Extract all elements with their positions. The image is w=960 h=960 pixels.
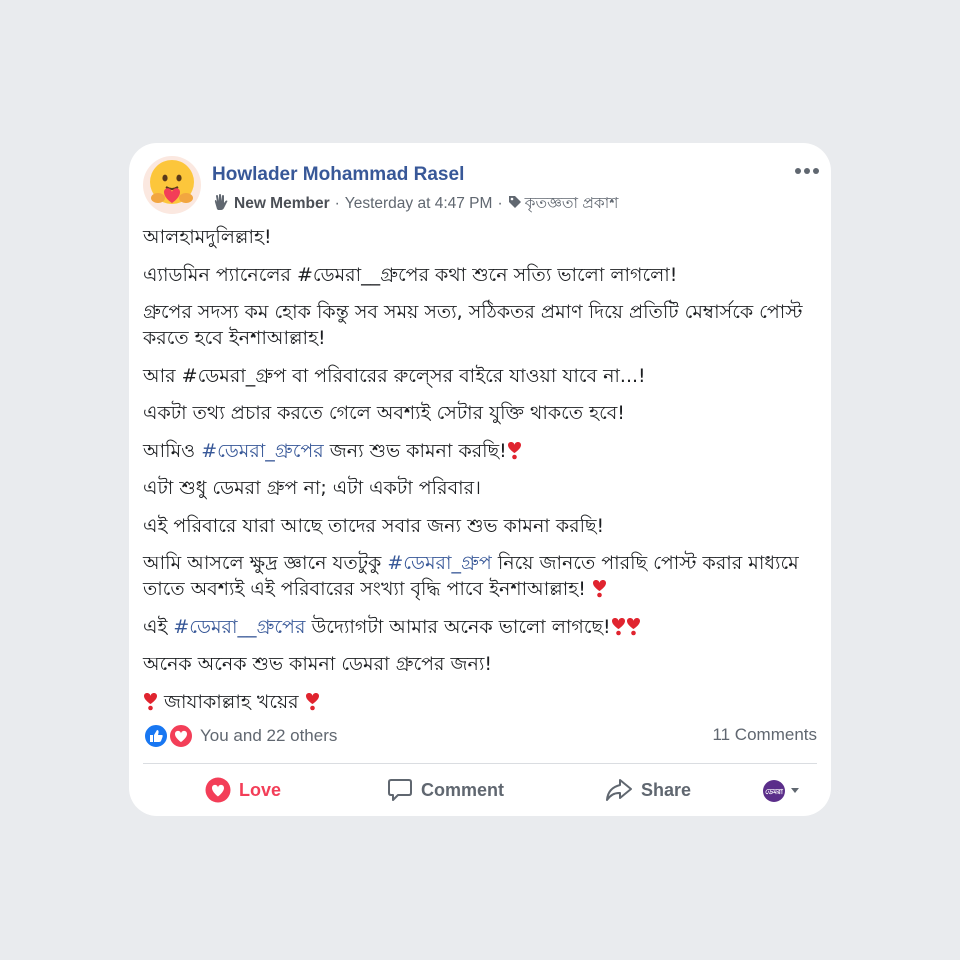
comment-label: Comment bbox=[421, 779, 505, 800]
reactions-summary[interactable]: You and 22 others bbox=[200, 726, 337, 746]
post-body: আলহামদুলিল্লাহ! এ্যাডমিন প্যানেলের #ডেমর… bbox=[143, 224, 818, 726]
post-line: আমি আসলে ক্ষুদ্র জ্ঞানে যতটুকু #ডেমরা_গ্… bbox=[143, 550, 818, 602]
meta-separator: · bbox=[497, 195, 503, 212]
reaction-identity-selector[interactable]: ডেমরা bbox=[763, 780, 811, 802]
post-line: এই #ডেমরা__গ্রুপের উদ্যোগটা আমার অনেক ভা… bbox=[143, 614, 818, 640]
viewer-avatar-text: ডেমরা bbox=[765, 788, 784, 796]
post-timestamp[interactable]: Yesterday at 4:47 PM bbox=[345, 195, 493, 213]
post-line: এটা শুধু ডেমরা গ্রুপ না; এটা একটা পরিবার… bbox=[143, 477, 481, 499]
comment-icon bbox=[388, 779, 412, 801]
post-line: অনেক অনেক শুভ কামনা ডেমরা গ্রুপের জন্য! bbox=[143, 653, 492, 675]
member-badge: New Member bbox=[234, 195, 330, 212]
heart-exclamation-icon bbox=[626, 617, 640, 635]
post-topic-tag[interactable]: কৃতজ্ঞতা প্রকাশ bbox=[525, 191, 619, 217]
share-button[interactable]: Share bbox=[605, 777, 691, 803]
heart-exclamation-icon bbox=[611, 617, 625, 635]
reaction-icons[interactable] bbox=[143, 723, 195, 749]
share-icon bbox=[606, 779, 632, 801]
reactions-bar: You and 22 others 11 Comments bbox=[143, 721, 817, 751]
line-text: জন্য শুভ কামনা করছি! bbox=[323, 439, 507, 462]
line-text: এই bbox=[143, 615, 174, 638]
post-line: গ্রুপের সদস্য কম হোক কিন্তু সব সময় সত্য… bbox=[143, 301, 803, 349]
post-line: এই পরিবারে যারা আছে তাদের সবার জন্য শুভ … bbox=[143, 514, 605, 537]
hashtag-link[interactable]: #ডেমরা_গ্রুপের bbox=[201, 440, 324, 462]
post-line: এ্যাডমিন প্যানেলের #ডেমরা__গ্রুপের কথা শ… bbox=[143, 263, 678, 286]
share-label: Share bbox=[641, 779, 692, 800]
post-line: জাযাকাল্লাহ খয়ের bbox=[143, 689, 818, 715]
hashtag-link[interactable]: #ডেমরা_গ্রুপ bbox=[387, 552, 491, 574]
action-bar: Love Comment Share ডেমরা bbox=[143, 767, 817, 815]
post-line: আমিও #ডেমরা_গ্রুপের জন্য শুভ কামনা করছি! bbox=[143, 438, 818, 464]
post-card: Howlader Mohammad Rasel New Member · Yes… bbox=[129, 143, 831, 816]
line-text: উদ্যোগটা আমার অনেক ভালো লাগছে! bbox=[305, 615, 611, 638]
love-button[interactable]: Love bbox=[205, 777, 281, 803]
author-name[interactable]: Howlader Mohammad Rasel bbox=[212, 164, 464, 186]
post-header: Howlader Mohammad Rasel New Member · Yes… bbox=[143, 156, 819, 217]
author-avatar[interactable] bbox=[143, 156, 201, 214]
heart-exclamation-icon bbox=[592, 580, 606, 598]
tag-icon bbox=[508, 195, 522, 214]
line-text: জাযাকাল্লাহ খয়ের bbox=[158, 690, 305, 713]
divider bbox=[143, 763, 817, 764]
heart-exclamation-icon bbox=[305, 692, 319, 710]
hashtag-link[interactable]: #ডেমরা__গ্রুপের bbox=[173, 616, 305, 638]
wave-hand-icon bbox=[212, 193, 230, 216]
heart-exclamation-icon bbox=[507, 441, 521, 459]
post-line: আর #ডেমরা_গ্রুপ বা পরিবারের রুল্সের বাইর… bbox=[143, 364, 646, 387]
love-label: Love bbox=[239, 779, 282, 800]
comment-button[interactable]: Comment bbox=[387, 777, 504, 803]
post-meta: New Member · Yesterday at 4:47 PM · কৃতজ… bbox=[212, 191, 618, 217]
love-icon bbox=[205, 777, 231, 803]
chevron-down-icon bbox=[791, 788, 799, 793]
meta-separator: · bbox=[334, 195, 340, 212]
comments-count[interactable]: 11 Comments bbox=[712, 725, 817, 745]
line-text: আমি আসলে ক্ষুদ্র জ্ঞানে যতটুকু bbox=[143, 552, 388, 574]
more-options-icon[interactable] bbox=[795, 160, 819, 174]
heart-exclamation-icon bbox=[144, 692, 157, 710]
post-line: একটা তথ্য প্রচার করতে গেলে অবশ্যই সেটার … bbox=[143, 402, 625, 424]
line-text: আমিও bbox=[143, 439, 202, 462]
post-line: আলহামদুলিল্লাহ! bbox=[143, 226, 272, 248]
